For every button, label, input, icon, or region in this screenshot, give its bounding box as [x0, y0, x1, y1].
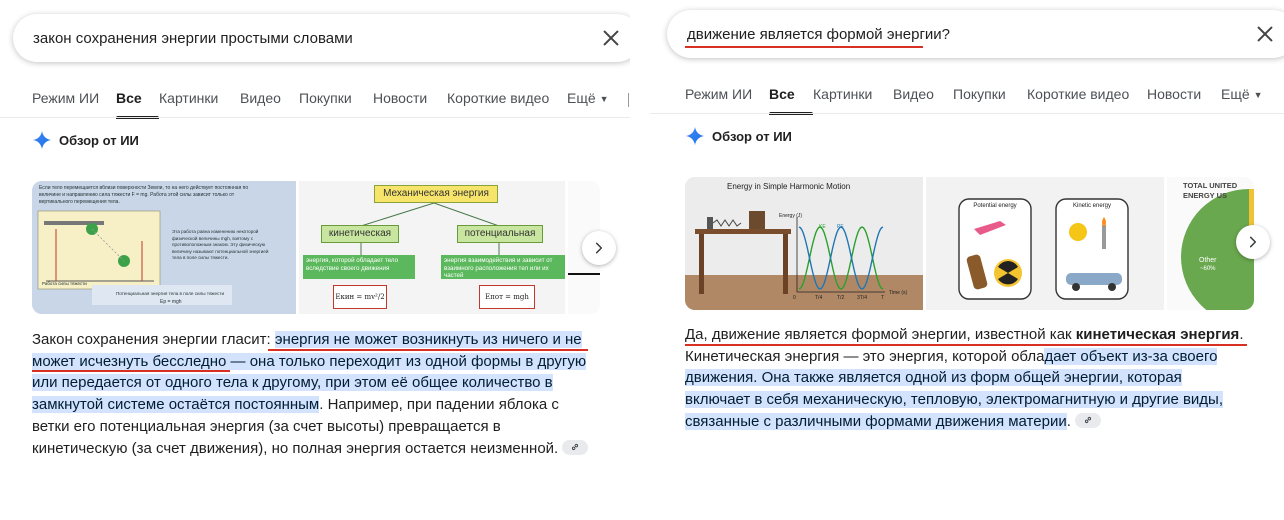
kinetic-box: кинетическая [321, 225, 399, 243]
tab-more[interactable]: Ещё ▼ [567, 90, 609, 116]
search-input[interactable]: закон сохранения энергии простыми словам… [33, 30, 353, 47]
ai-overview-title: Обзор от ИИ [712, 128, 792, 144]
potential-formula-box: Eпот = mgh [479, 285, 535, 309]
image-carousel: Если тело перемещается вблизи поверхност… [32, 181, 600, 314]
pie-other-pct: ~60% [1200, 266, 1216, 272]
answer-bold-term: кинетическая энергия [1075, 326, 1240, 343]
tab-ai-mode[interactable]: Режим ИИ [685, 86, 769, 112]
tab-images[interactable]: Картинки [159, 90, 240, 116]
physics-gravity-work-image[interactable]: Если тело перемещается вблизи поверхност… [32, 181, 296, 314]
harmonic-motion-image[interactable]: Energy in Simple Harmonic Motion Energy … [685, 177, 923, 310]
image-text-line: тела в поле силы тяжести. [172, 255, 229, 260]
answer-intro: Да, движение является формой энергии, из… [685, 326, 1076, 343]
shm-tick: T [881, 295, 885, 301]
chevron-right-icon [595, 242, 603, 254]
image-caption-bottom: Работа силы тяжести [42, 281, 87, 286]
tab-video[interactable]: Видео [240, 90, 299, 116]
ai-overview-title: Обзор от ИИ [59, 132, 139, 148]
image-text-line: вертикального перемещения тела. [39, 199, 120, 205]
tab-all[interactable]: Все [116, 90, 159, 119]
shm-scene-graphic [685, 177, 923, 310]
left-results-panel: закон сохранения энергии простыми словам… [0, 0, 630, 520]
image-caption-footer: Потенциальная энергия тела в поле силы т… [116, 291, 225, 296]
shm-tick: 3T/4 [857, 295, 868, 301]
pie-other-label: Other [1199, 257, 1217, 264]
annotation-underline [685, 46, 923, 48]
potential-box: потенциальная [457, 225, 543, 243]
gemini-sparkle-icon [32, 130, 52, 150]
image-text-line: Если тело перемещается вблизи поверхност… [39, 185, 249, 191]
ai-overview-header: Обзор от ИИ [32, 130, 139, 150]
shm-ke-label: KE [819, 224, 826, 230]
shm-xlabel: Time (s) [889, 290, 908, 296]
tab-more-label: Ещё [1221, 86, 1250, 102]
caret-down-icon: ▼ [599, 94, 609, 104]
annotation-underline [32, 370, 230, 372]
image-carousel: Energy in Simple Harmonic Motion Energy … [685, 177, 1254, 310]
tab-news[interactable]: Новости [373, 90, 447, 116]
close-icon[interactable] [1254, 23, 1276, 45]
image-text-line: величине и направлению сила тяжести F = … [39, 192, 235, 198]
potential-desc-box: энергия взаимодействия и зависит от взаи… [441, 255, 565, 279]
answer-end: . [1066, 412, 1071, 430]
carousel-next-button[interactable] [1236, 225, 1270, 259]
tab-all[interactable]: Все [769, 86, 813, 115]
search-bar[interactable]: закон сохранения энергии простыми словам… [13, 14, 630, 62]
link-icon [1084, 416, 1091, 423]
tab-separator [628, 93, 629, 107]
tab-shopping[interactable]: Покупки [953, 86, 1027, 112]
potential-energy-label: Potential energy [973, 203, 1017, 209]
partial-image-line [568, 273, 600, 275]
shm-tick: T/2 [837, 295, 845, 301]
tab-video[interactable]: Видео [893, 86, 953, 112]
close-icon[interactable] [600, 27, 622, 49]
ai-overview-header: Обзор от ИИ [685, 126, 792, 146]
carousel-next-button[interactable] [582, 231, 616, 265]
answer-intro: Закон сохранения энергии гласит: [32, 331, 275, 348]
kinetic-formula-box: Eкин = mv²/2 [333, 285, 387, 309]
shm-ylabel: Energy (J) [779, 213, 803, 219]
caret-down-icon: ▼ [1253, 90, 1263, 100]
source-link-chip[interactable] [1074, 412, 1101, 428]
tab-ai-mode[interactable]: Режим ИИ [32, 90, 116, 116]
image-formula: Ep = mgh [160, 299, 182, 305]
annotation-underline [268, 349, 588, 351]
search-input[interactable]: движение является формой энергии? [687, 26, 950, 43]
tabs-divider [650, 113, 1284, 114]
image-caption-side: Эта работа равна изменению некоторой физ… [172, 229, 290, 262]
link-icon [572, 443, 579, 450]
chevron-right-icon [1249, 236, 1257, 248]
tab-short-video[interactable]: Короткие видео [1027, 86, 1147, 112]
right-results-panel: движение является формой энергии? Режим … [650, 0, 1284, 520]
ai-answer-text: Да, движение является формой энергии, из… [685, 324, 1251, 433]
search-tabs: Режим ИИ Все Картинки Видео Покупки Ново… [32, 90, 609, 119]
tab-images[interactable]: Картинки [813, 86, 893, 112]
shm-title: Energy in Simple Harmonic Motion [727, 182, 851, 191]
kinetic-energy-label: Kinetic energy [1072, 203, 1112, 209]
tab-news[interactable]: Новости [1147, 86, 1221, 112]
image-caption-top: Если тело перемещается вблизи поверхност… [39, 185, 293, 206]
energy-title-box: Механическая энергия [374, 185, 498, 203]
shm-tick: T/4 [815, 295, 823, 301]
annotation-underline [685, 344, 1247, 346]
search-tabs: Режим ИИ Все Картинки Видео Покупки Коро… [685, 86, 1263, 115]
mechanical-energy-diagram-image[interactable]: Механическая энергия кинетическая потенц… [299, 181, 565, 314]
tab-shopping[interactable]: Покупки [299, 90, 373, 116]
panel-divider [630, 0, 650, 520]
potential-kinetic-image[interactable]: Potential energy Kinetic energy [926, 177, 1164, 310]
tabs-divider [0, 117, 630, 118]
tab-more-label: Ещё [567, 90, 596, 106]
kinetic-desc-box: энергия, которой обладает тело вследстви… [303, 255, 415, 279]
pie-title: TOTAL UNITED ENERGY US [1183, 181, 1238, 200]
tab-more[interactable]: Ещё ▼ [1221, 86, 1263, 112]
shm-tick: 0 [793, 295, 796, 301]
gemini-sparkle-icon [685, 126, 705, 146]
shm-pe-label: PE [837, 224, 844, 230]
search-bar[interactable]: движение является формой энергии? [667, 10, 1284, 58]
tab-short-video[interactable]: Короткие видео [447, 90, 567, 116]
energy-types-graphic [926, 177, 1164, 310]
source-link-chip[interactable] [562, 439, 589, 455]
